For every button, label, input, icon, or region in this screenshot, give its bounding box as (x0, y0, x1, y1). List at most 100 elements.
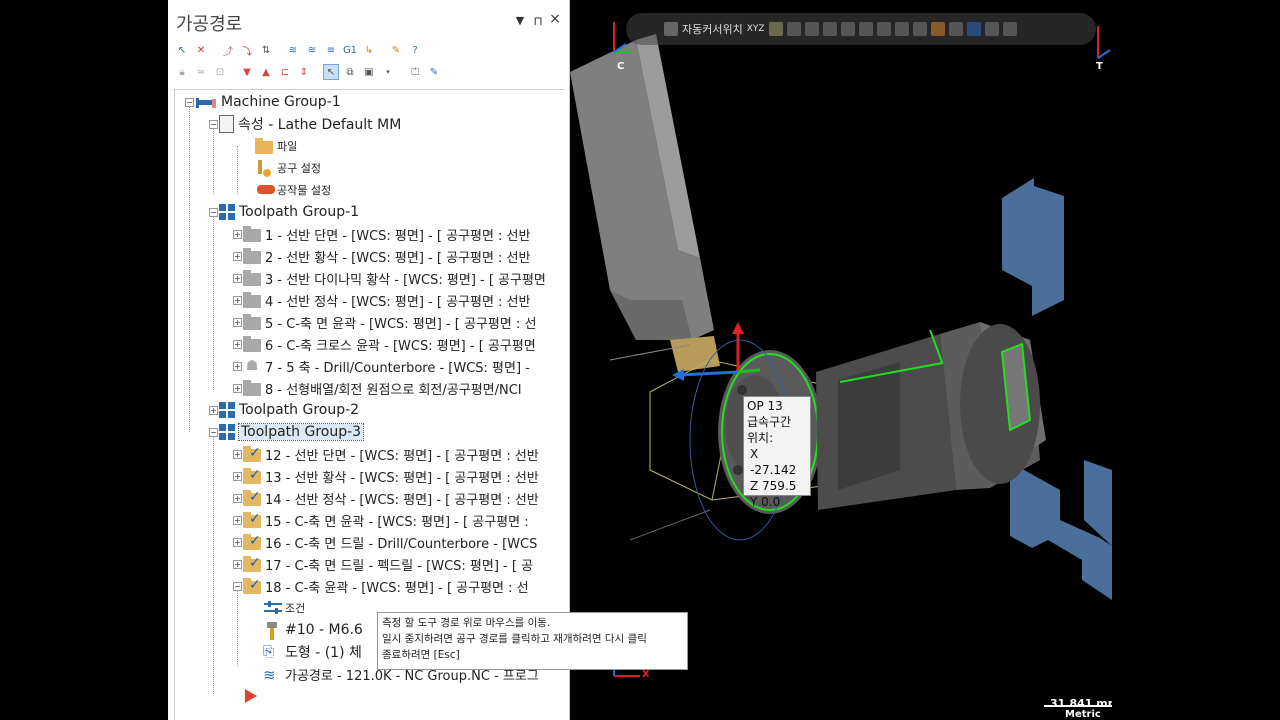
regenerate-dirty-icon[interactable]: ≋ (304, 42, 320, 58)
undo-icon[interactable] (1002, 22, 1017, 36)
edit-icon[interactable]: ✎ (426, 64, 442, 80)
insert-position-icon[interactable]: ⇕ (296, 64, 312, 80)
operation-label: 7 - 5 축 - Drill/Counterbore - [WCS: 평면] … (265, 360, 530, 376)
axis-t-label: T (1096, 61, 1103, 72)
operation-row[interactable]: 3 - 선반 다이나믹 황삭 - [WCS: 평면] - [ 공구평면 (243, 267, 546, 289)
geometry-icon: ⎘ (263, 644, 275, 660)
select-dirty-icon[interactable]: ⇅ (258, 42, 274, 58)
toolpath-group-2-node[interactable]: Toolpath Group-2 (219, 399, 359, 421)
operation-row[interactable]: 18 - C-축 윤곽 - [WCS: 평면] - [ 공구평면 : 선 (243, 575, 529, 597)
parameters-node[interactable]: 조건 (263, 597, 305, 619)
move-up-icon[interactable]: ▲ (258, 64, 274, 80)
view-options-icon[interactable]: ▣ (361, 64, 377, 80)
deselect-tools-icon[interactable]: ⤵ (239, 42, 255, 58)
snap-icon[interactable] (894, 22, 909, 36)
filter-icon[interactable]: ⏍ (407, 64, 423, 80)
snap-icon[interactable] (822, 22, 837, 36)
xyz-label[interactable]: XYZ (747, 24, 765, 34)
auto-cursor-label[interactable]: 자동커서위치 (682, 21, 743, 37)
hint-line-1: 측정 할 도구 경로 위로 마우스를 이동. (382, 617, 551, 629)
grid-icon[interactable] (930, 22, 945, 36)
operation-row[interactable]: 8 - 선형배열/회전 원점으로 회전/공구평면/NCI (243, 377, 522, 399)
toolbar-row-1: ↖ ✕ ⤴ ⤵ ⇅ ≋ ≋ ≡ G1 ↳ ✎ ? (174, 40, 423, 60)
snap-icon[interactable] (858, 22, 873, 36)
insert-arrow[interactable] (243, 685, 259, 707)
operation-row[interactable]: 13 - 선반 황삭 - [WCS: 평면] - [ 공구평면 : 선반 (243, 465, 539, 487)
pin-icon[interactable]: ⊓ (532, 14, 544, 28)
operation-row[interactable]: 16 - C-축 면 드릴 - Drill/Counterbore - [WCS (243, 531, 537, 553)
regenerate-icon[interactable]: ≋ (285, 42, 301, 58)
deselect-icon[interactable]: ✕ (193, 42, 209, 58)
properties-icon (219, 115, 234, 133)
right-letterbox (1112, 0, 1280, 720)
insert-arrow-icon[interactable]: ⊏ (277, 64, 293, 80)
operation-folder-icon (243, 247, 261, 264)
stock-icon (255, 182, 275, 198)
single-display-icon[interactable]: ↖ (323, 64, 339, 80)
machine-group-node[interactable]: Machine Group-1 (195, 91, 341, 113)
refresh-icon[interactable] (984, 22, 999, 36)
operation-folder-icon (243, 225, 261, 242)
move-down-icon[interactable]: ▼ (239, 64, 255, 80)
operation-label: 18 - C-축 윤곽 - [WCS: 평면] - [ 공구평면 : 선 (265, 580, 529, 596)
operation-row[interactable]: 4 - 선반 정삭 - [WCS: 평면] - [ 공구평면 : 선반 (243, 289, 530, 311)
display-selected-icon[interactable]: ⧉ (342, 64, 358, 80)
g1-icon[interactable]: G1 (342, 42, 358, 58)
tool-settings-node[interactable]: 공구 설정 (255, 157, 321, 179)
operation-label: 15 - C-축 면 윤곽 - [WCS: 평면] - [ 공구평면 : (265, 514, 529, 530)
operation-row[interactable]: 5 - C-축 면 윤곽 - [WCS: 평면] - [ 공구평면 : 선 (243, 311, 536, 333)
insert-arrow-icon (245, 689, 257, 703)
snap-icon[interactable] (786, 22, 801, 36)
operation-row[interactable]: ☗ 7 - 5 축 - Drill/Counterbore - [WCS: 평면]… (243, 355, 530, 377)
operation-row[interactable]: 6 - C-축 크로스 윤곽 - [WCS: 평면] - [ 공구평면 (243, 333, 536, 355)
toolpath-group-1-node[interactable]: Toolpath Group-1 (219, 201, 359, 223)
view-options-dropdown-icon[interactable]: ▾ (380, 64, 396, 80)
snap-icon[interactable] (804, 22, 819, 36)
post-icon[interactable]: ✎ (388, 42, 404, 58)
operation-row[interactable]: 12 - 선반 단면 - [WCS: 평면] - [ 공구평면 : 선반 (243, 443, 539, 465)
files-node[interactable]: 파일 (255, 135, 297, 157)
operation-label: 17 - C-축 면 드릴 - 펙드릴 - [WCS: 평면] - [ 공 (265, 558, 534, 574)
filter-icon[interactable] (948, 22, 963, 36)
snap-icon[interactable] (912, 22, 927, 36)
gear-icon[interactable] (768, 22, 783, 36)
operation-row[interactable]: 14 - 선반 정삭 - [WCS: 평면] - [ 공구평면 : 선반 (243, 487, 539, 509)
verify-icon[interactable]: ↳ (361, 42, 377, 58)
geometry-node[interactable]: ⎘ 도형 - (1) 체 (263, 641, 362, 663)
operation-label: 6 - C-축 크로스 윤곽 - [WCS: 평면] - [ 공구평면 (265, 338, 536, 354)
cursor-icon[interactable] (664, 22, 678, 36)
select-all-icon[interactable]: ↖ (174, 42, 190, 58)
operation-label: 16 - C-축 면 드릴 - Drill/Counterbore - [WCS (265, 536, 538, 552)
tool-settings-label: 공구 설정 (277, 162, 321, 175)
operation-folder-icon (243, 379, 261, 396)
toolpath-wave-icon: ≋ (263, 666, 276, 684)
lock-icon[interactable]: 🔒︎ (174, 64, 190, 80)
operation-row[interactable]: 2 - 선반 황삭 - [WCS: 평면] - [ 공구평면 : 선반 (243, 245, 530, 267)
tool-node[interactable]: #10 - M6.6 (263, 619, 363, 641)
operation-checked-icon (243, 533, 261, 550)
snap-icon[interactable] (840, 22, 855, 36)
folder-icon (255, 137, 273, 154)
help-icon[interactable]: ? (407, 42, 423, 58)
operation-row[interactable]: 15 - C-축 면 윤곽 - [WCS: 평면] - [ 공구평면 : (243, 509, 529, 531)
operation-row[interactable]: 17 - C-축 면 드릴 - 펙드릴 - [WCS: 평면] - [ 공 (243, 553, 533, 575)
close-button[interactable]: × (549, 11, 561, 27)
operation-label: 8 - 선형배열/회전 원점으로 회전/공구평면/NCI (265, 382, 522, 398)
y-coordinate: Y 0.0 (750, 495, 781, 509)
toolpath-group-3-node[interactable]: Toolpath Group-3 (219, 421, 365, 443)
operation-folder-icon (243, 313, 261, 330)
toggle-post-icon[interactable]: ⊡ (212, 64, 228, 80)
operation-folder-icon (243, 335, 261, 352)
panel-menu-button[interactable]: ▼ (514, 14, 526, 27)
backplot-icon[interactable]: ≡ (323, 42, 339, 58)
operation-row[interactable]: 1 - 선반 단면 - [WCS: 평면] - [ 공구평면 : 선반 (243, 223, 530, 245)
select-icon[interactable] (966, 22, 981, 36)
toggle-display-icon[interactable]: ≈ (193, 64, 209, 80)
snap-icon[interactable] (876, 22, 891, 36)
properties-node[interactable]: 속성 - Lathe Default MM (219, 113, 401, 135)
select-tools-icon[interactable]: ⤴ (220, 42, 236, 58)
position-label: 위치: (747, 431, 774, 445)
stock-settings-label: 공작물 설정 (277, 184, 332, 197)
operation-checked-icon (243, 467, 261, 484)
stock-settings-node[interactable]: 공작물 설정 (255, 179, 331, 201)
